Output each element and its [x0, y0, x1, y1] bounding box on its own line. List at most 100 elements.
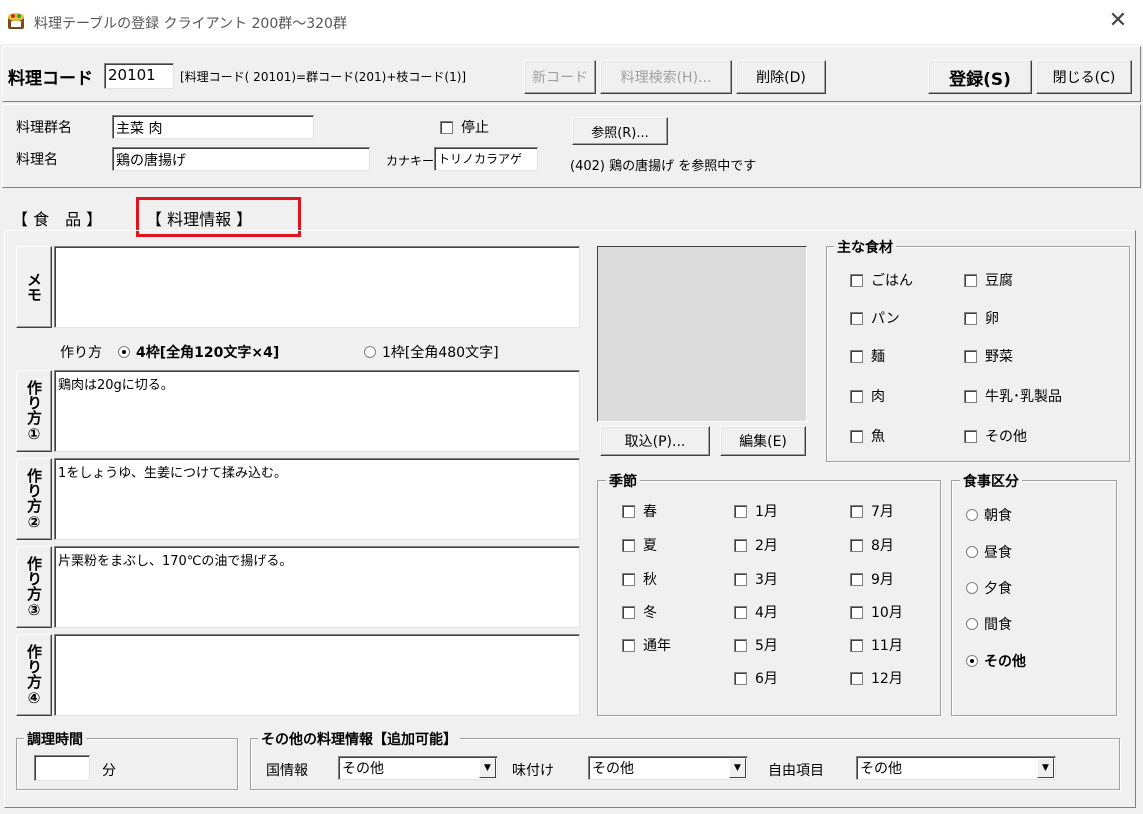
cook-time-field[interactable] [34, 755, 90, 781]
season-winter[interactable]: 冬 [622, 602, 657, 622]
checkbox-box[interactable] [850, 605, 863, 619]
month-2[interactable]: 2月 [734, 535, 778, 555]
checkbox-box[interactable] [964, 273, 977, 287]
month-10[interactable]: 10月 [850, 602, 903, 622]
checkbox-box[interactable] [964, 349, 977, 363]
country-select[interactable]: その他 ▼ [338, 756, 498, 780]
season-spring[interactable]: 春 [622, 501, 657, 521]
checkbox-box[interactable] [850, 311, 863, 325]
checkbox-box[interactable] [622, 572, 635, 586]
season-summer[interactable]: 夏 [622, 535, 657, 555]
method-step-4-button[interactable]: 作り方④ [16, 634, 52, 716]
month-8[interactable]: 8月 [850, 535, 894, 555]
month-11[interactable]: 11月 [850, 635, 903, 655]
checkbox-box[interactable] [850, 349, 863, 363]
checkbox-box[interactable] [850, 671, 863, 685]
season-autumn[interactable]: 秋 [622, 569, 657, 589]
checkbox-box[interactable] [964, 311, 977, 325]
new-code-button[interactable]: 新コード [524, 60, 596, 94]
checkbox-box[interactable] [964, 429, 977, 443]
month-6[interactable]: 6月 [734, 668, 778, 688]
checkbox-box[interactable] [964, 389, 977, 403]
radio-dot[interactable] [364, 346, 376, 358]
checkbox-box[interactable] [734, 572, 747, 586]
chevron-down-icon[interactable]: ▼ [729, 758, 746, 778]
month-3[interactable]: 3月 [734, 569, 778, 589]
meal-lunch[interactable]: 昼食 [966, 542, 1012, 562]
meal-dinner[interactable]: 夕食 [966, 578, 1012, 598]
reference-button[interactable]: 参照(R)... [572, 117, 668, 145]
ingredient-noodles[interactable]: 麺 [850, 346, 885, 366]
method-option-1[interactable]: 1枠[全角480文字] [364, 342, 499, 362]
ingredient-other[interactable]: その他 [964, 426, 1027, 446]
dish-search-button[interactable]: 料理検索(H)... [600, 60, 732, 94]
checkbox-box[interactable] [734, 605, 747, 619]
method-step-1-button[interactable]: 作り方① [16, 370, 52, 452]
flavor-select[interactable]: その他 ▼ [588, 756, 748, 780]
ingredient-tofu[interactable]: 豆腐 [964, 270, 1013, 290]
ingredient-fish[interactable]: 魚 [850, 426, 885, 446]
checkbox-box[interactable] [734, 671, 747, 685]
meal-snack[interactable]: 間食 [966, 614, 1012, 634]
free-item-select[interactable]: その他 ▼ [856, 756, 1056, 780]
ingredient-dairy[interactable]: 牛乳･乳製品 [964, 386, 1062, 406]
checkbox-box[interactable] [622, 605, 635, 619]
checkbox-box[interactable] [850, 273, 863, 287]
chevron-down-icon[interactable]: ▼ [1037, 758, 1054, 778]
month-1[interactable]: 1月 [734, 501, 778, 521]
month-9[interactable]: 9月 [850, 569, 894, 589]
radio-dot[interactable] [966, 546, 978, 558]
method-step-3-button[interactable]: 作り方③ [16, 546, 52, 628]
close-button[interactable]: 閉じる(C) [1036, 60, 1132, 94]
dish-name-field[interactable]: 鶏の唐揚げ [112, 147, 370, 171]
checkbox-box[interactable] [734, 538, 747, 552]
checkbox-box[interactable] [850, 504, 863, 518]
checkbox-box[interactable] [622, 538, 635, 552]
meal-other[interactable]: その他 [966, 651, 1026, 671]
radio-dot[interactable] [966, 618, 978, 630]
radio-dot[interactable] [966, 509, 978, 521]
ingredient-bread[interactable]: パン [850, 308, 900, 328]
checkbox-box[interactable] [850, 429, 863, 443]
close-icon[interactable]: ✕ [1106, 8, 1130, 34]
radio-dot[interactable] [966, 655, 978, 667]
checkbox-box[interactable] [734, 638, 747, 652]
group-name-field[interactable]: 主菜 肉 [112, 115, 314, 139]
month-4[interactable]: 4月 [734, 602, 778, 622]
ingredient-egg[interactable]: 卵 [964, 308, 999, 328]
checkbox-box[interactable] [850, 389, 863, 403]
chevron-down-icon[interactable]: ▼ [479, 758, 496, 778]
method-step-2-textarea[interactable]: 1をしょうゆ、生姜につけて揉み込む。 [54, 458, 580, 540]
checkbox-box[interactable] [622, 504, 635, 518]
method-option-4[interactable]: 4枠[全角120文字×4] [118, 342, 279, 362]
checkbox-box[interactable] [622, 638, 635, 652]
meal-breakfast[interactable]: 朝食 [966, 505, 1012, 525]
stop-checkbox-box[interactable] [440, 120, 453, 134]
delete-button[interactable]: 削除(D) [736, 60, 826, 94]
checkbox-box[interactable] [734, 504, 747, 518]
code-field[interactable]: 20101 [104, 63, 174, 89]
month-12[interactable]: 12月 [850, 668, 903, 688]
ingredient-meat[interactable]: 肉 [850, 386, 885, 406]
checkbox-box[interactable] [850, 572, 863, 586]
month-7[interactable]: 7月 [850, 501, 894, 521]
radio-dot[interactable] [966, 582, 978, 594]
import-image-button[interactable]: 取込(P)... [600, 426, 710, 456]
method-step-3-textarea[interactable]: 片栗粉をまぶし、170℃の油で揚げる。 [54, 546, 580, 628]
kana-key-field[interactable]: トリノカラアゲ [434, 147, 538, 171]
memo-button[interactable]: メモ [16, 246, 52, 328]
checkbox-box[interactable] [850, 638, 863, 652]
register-button[interactable]: 登録(S) [928, 60, 1032, 94]
radio-dot[interactable] [118, 346, 130, 358]
stop-checkbox[interactable]: 停止 [440, 117, 489, 137]
memo-textarea[interactable] [54, 246, 580, 328]
checkbox-box[interactable] [850, 538, 863, 552]
season-all-year[interactable]: 通年 [622, 635, 671, 655]
method-step-4-textarea[interactable] [54, 634, 580, 716]
ingredient-vegetables[interactable]: 野菜 [964, 346, 1013, 366]
month-5[interactable]: 5月 [734, 635, 778, 655]
method-step-1-textarea[interactable]: 鶏肉は20gに切る。 [54, 370, 580, 452]
ingredient-rice[interactable]: ごはん [850, 270, 913, 290]
edit-image-button[interactable]: 編集(E) [720, 426, 806, 456]
method-step-2-button[interactable]: 作り方② [16, 458, 52, 540]
